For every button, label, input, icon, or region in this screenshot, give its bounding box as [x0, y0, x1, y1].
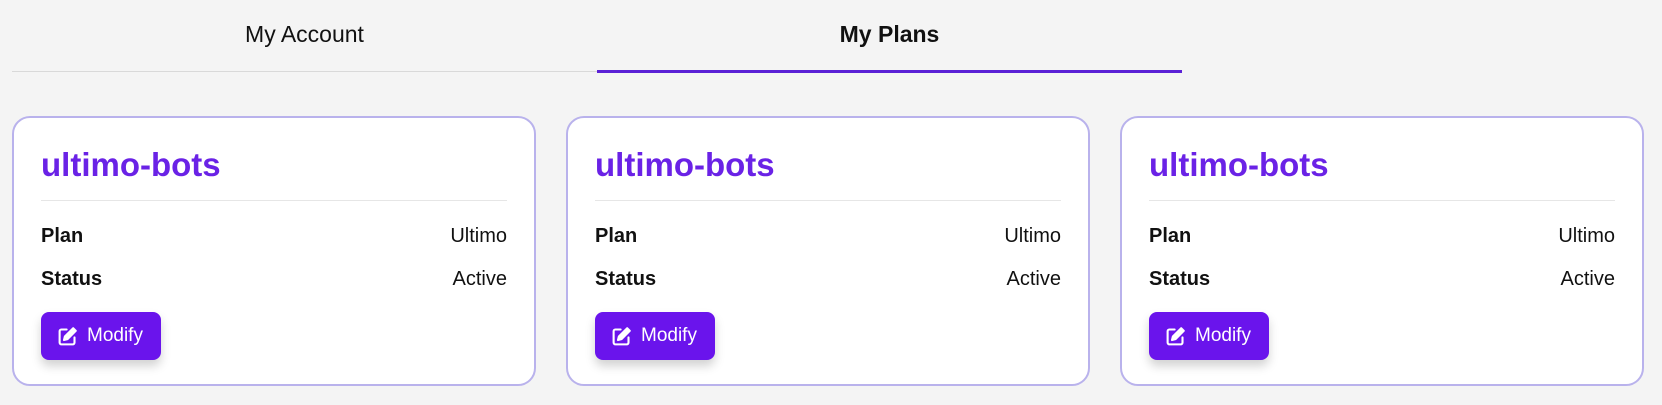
status-value: Active — [452, 268, 507, 290]
status-row: Status Active — [595, 258, 1061, 301]
plan-cards: ultimo-bots Plan Ultimo Status Active Mo… — [12, 116, 1644, 386]
plan-card: ultimo-bots Plan Ultimo Status Active Mo… — [1120, 116, 1644, 386]
divider — [1149, 200, 1615, 201]
plan-value: Ultimo — [1004, 225, 1061, 247]
card-title: ultimo-bots — [1149, 146, 1329, 183]
plan-card: ultimo-bots Plan Ultimo Status Active Mo… — [12, 116, 536, 386]
status-value: Active — [1560, 268, 1615, 290]
plan-row: Plan Ultimo — [595, 215, 1061, 258]
plan-card: ultimo-bots Plan Ultimo Status Active Mo… — [566, 116, 1090, 386]
modify-button[interactable]: Modify — [41, 312, 161, 360]
plan-value: Ultimo — [1558, 225, 1615, 247]
plan-row: Plan Ultimo — [41, 215, 507, 258]
edit-icon — [58, 326, 77, 345]
tab-label: My Account — [245, 20, 364, 47]
status-label: Status — [595, 268, 657, 290]
divider — [41, 200, 507, 201]
tab-bar: My Account My Plans — [12, 0, 1182, 73]
status-value: Active — [1006, 268, 1061, 290]
modify-button-label: Modify — [641, 325, 697, 346]
my-plans-page: My Account My Plans ultimo-bots Plan Ult… — [0, 0, 1662, 405]
plan-value: Ultimo — [450, 225, 507, 247]
edit-icon — [1166, 326, 1185, 345]
tab-my-plans[interactable]: My Plans — [597, 0, 1182, 73]
modify-button-label: Modify — [1195, 325, 1251, 346]
modify-button[interactable]: Modify — [595, 312, 715, 360]
card-title: ultimo-bots — [41, 146, 221, 183]
status-row: Status Active — [1149, 258, 1615, 301]
tab-label: My Plans — [839, 20, 940, 47]
status-row: Status Active — [41, 258, 507, 301]
plan-label: Plan — [595, 225, 638, 247]
modify-button-label: Modify — [87, 325, 143, 346]
modify-button[interactable]: Modify — [1149, 312, 1269, 360]
tab-my-account[interactable]: My Account — [12, 0, 597, 71]
plan-label: Plan — [1149, 225, 1192, 247]
edit-icon — [612, 326, 631, 345]
card-title: ultimo-bots — [595, 146, 775, 183]
divider — [595, 200, 1061, 201]
plan-label: Plan — [41, 225, 84, 247]
status-label: Status — [41, 268, 103, 290]
status-label: Status — [1149, 268, 1211, 290]
plan-row: Plan Ultimo — [1149, 215, 1615, 258]
